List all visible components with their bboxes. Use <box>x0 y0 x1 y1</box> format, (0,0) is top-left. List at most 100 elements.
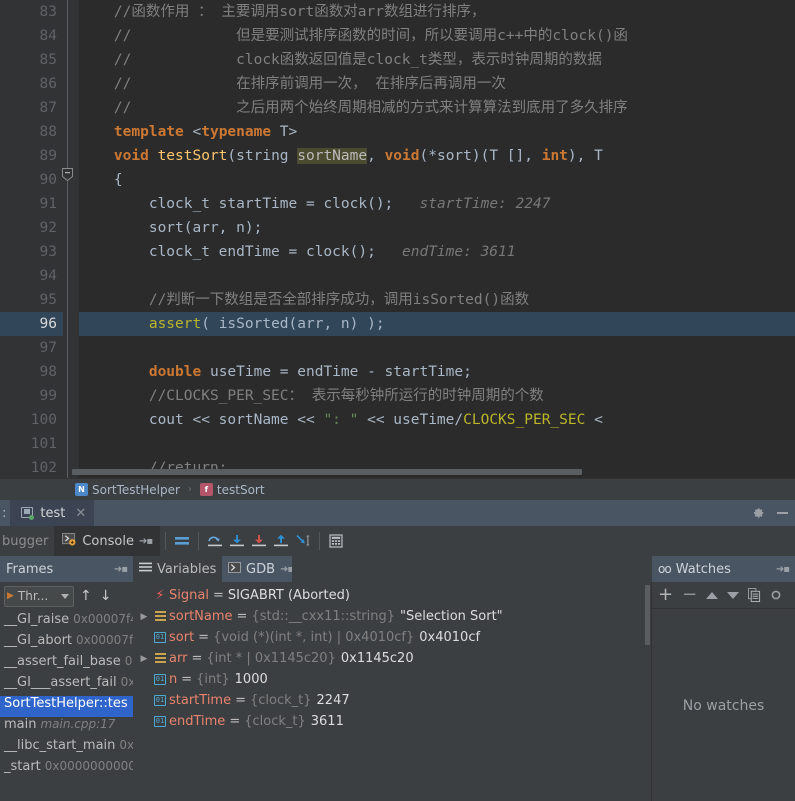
gutter-line-number[interactable]: 93 <box>0 240 63 264</box>
code-line[interactable]: cout << sortName << ": " << useTime/CLOC… <box>79 408 795 432</box>
breadcrumb-item-function[interactable]: f testSort <box>199 483 265 497</box>
gutter-line-number[interactable]: 99 <box>0 384 63 408</box>
run-to-cursor-button[interactable] <box>292 530 314 552</box>
code-editor[interactable]: 83 84 85 86 87 88 89 90 91 92 93 94 95 96 97 98 99 100 101… <box>0 0 795 478</box>
expand-arrow-icon[interactable]: ▶ <box>137 612 151 622</box>
editor-gutter[interactable]: 83 84 85 86 87 88 89 90 91 92 93 94 95 96 97 98 99 100 101… <box>0 0 63 478</box>
editor-fold-gutter[interactable] <box>62 0 79 478</box>
gutter-line-number[interactable]: 102 <box>0 456 63 478</box>
variable-row[interactable]: 01 sort = {void (*)(int *, int) | 0x4010cf}… <box>133 627 652 648</box>
code-line[interactable]: clock_t startTime = clock(); startTime: … <box>79 192 795 216</box>
step-over-button[interactable] <box>204 530 226 552</box>
debugger-tab-label[interactable]: bugger <box>0 534 54 549</box>
frame-row[interactable]: __GI___assert_fail 0x <box>0 675 133 696</box>
pin-icon[interactable]: ➜▪ <box>139 536 153 547</box>
code-text-area[interactable]: //函数作用 ： 主要调用sort函数对arr数组进行排序， // 但是要测试排… <box>79 0 795 478</box>
code-line[interactable]: //判断一下数组是否全部排序成功，调用isSorted()函数 <box>79 288 795 312</box>
gutter-line-number[interactable]: 90 <box>0 168 63 192</box>
frame-row[interactable]: SortTestHelper::tes <box>0 696 133 717</box>
variable-row[interactable]: ▶ sortName = {std::__cxx11::string} "Selecti… <box>133 606 652 627</box>
copy-watch-button[interactable] <box>748 588 761 602</box>
gutter-line-number[interactable]: 100 <box>0 408 63 432</box>
line-number-text: 88 <box>39 124 57 140</box>
gutter-line-number[interactable]: 85 <box>0 48 63 72</box>
watches-panel[interactable]: + − No watches <box>652 582 795 801</box>
gutter-line-number[interactable]: 92 <box>0 216 63 240</box>
code-fold-marker-icon[interactable] <box>62 168 73 181</box>
gutter-line-number[interactable]: 101 <box>0 432 63 456</box>
watches-pin-icon[interactable]: ➜▪ <box>776 564 790 575</box>
frames-panel[interactable]: ▶ Thr... ↑ ↓ __GI_raise 0x00007f4 __GI_abo… <box>0 582 133 801</box>
frame-up-button[interactable]: ↑ <box>78 588 94 604</box>
variables-panel[interactable]: ⚡ Signal = SIGABRT (Aborted) ▶ sortName = {std:… <box>133 582 652 801</box>
console-tab[interactable]: Console ➜▪ <box>54 526 161 556</box>
frame-down-button[interactable]: ↓ <box>98 588 114 604</box>
move-watch-down-button[interactable] <box>727 591 740 599</box>
minimize-icon[interactable] <box>777 512 788 514</box>
code-line[interactable]: //CLOCKS_PER_SEC： 表示每秒钟所运行的时钟周期的个数 <box>79 384 795 408</box>
variable-row[interactable]: 01 endTime = {clock_t} 3611 <box>133 711 652 732</box>
evaluate-expression-button[interactable] <box>325 530 347 552</box>
code-line[interactable]: // 之后用两个始终周期相减的方式来计算算法到底用了多久排序 <box>79 96 795 120</box>
watches-settings-icon[interactable] <box>770 589 782 601</box>
frame-row[interactable]: __assert_fail_base0x <box>0 654 133 675</box>
editor-horizontal-scrollbar[interactable] <box>72 469 582 475</box>
variable-row[interactable]: ⚡ Signal = SIGABRT (Aborted) <box>133 585 652 606</box>
remove-watch-button[interactable]: − <box>682 586 697 604</box>
code-line[interactable]: void testSort(string sortName, void(*sor… <box>79 144 795 168</box>
code-line[interactable]: clock_t endTime = clock(); endTime: 3611 <box>79 240 795 264</box>
gutter-line-number[interactable]: 86 <box>0 72 63 96</box>
frame-row[interactable]: __GI_raise 0x00007f4 <box>0 612 133 633</box>
frame-row[interactable]: main main.cpp:17 <box>0 717 133 738</box>
frames-pin-icon[interactable]: ➜▪ <box>114 564 128 575</box>
code-line[interactable] <box>79 264 795 288</box>
gutter-line-number[interactable]: 96 <box>0 312 63 336</box>
frame-row[interactable]: _start0x00000000004 <box>0 759 133 780</box>
breadcrumb-item-namespace[interactable]: N SortTestHelper <box>75 483 180 497</box>
gutter-line-number[interactable]: 88 <box>0 120 63 144</box>
gutter-line-number[interactable]: 91 <box>0 192 63 216</box>
move-watch-up-button[interactable] <box>706 591 719 599</box>
gutter-line-number[interactable]: 89 <box>0 144 63 168</box>
code-line[interactable]: // 在排序前调用一次， 在排序后再调用一次 <box>79 72 795 96</box>
code-line[interactable]: //函数作用 ： 主要调用sort函数对arr数组进行排序， <box>79 0 795 24</box>
panel-header-watches[interactable]: oo Watches ➜▪ <box>652 556 795 582</box>
code-line-current[interactable]: assert( isSorted(arr, n) ); <box>79 312 795 336</box>
show-execution-point-button[interactable] <box>171 530 193 552</box>
gutter-line-number[interactable]: 94 <box>0 264 63 288</box>
variable-row[interactable]: 01 n = {int} 1000 <box>133 669 652 690</box>
code-line[interactable] <box>79 432 795 456</box>
frame-row[interactable]: __GI_abort0x00007f4 <box>0 633 133 654</box>
close-icon[interactable]: ✕ <box>75 506 86 521</box>
force-step-into-button[interactable] <box>248 530 270 552</box>
gutter-line-number[interactable]: 87 <box>0 96 63 120</box>
gutter-line-number[interactable]: 83 <box>0 0 63 24</box>
panel-header-frames[interactable]: Frames ➜▪ <box>0 556 133 582</box>
gutter-line-number[interactable]: 84 <box>0 24 63 48</box>
code-line[interactable]: double useTime = endTime - startTime; <box>79 360 795 384</box>
expand-arrow-icon[interactable]: ▶ <box>137 654 151 664</box>
panel-header-gdb[interactable]: GDB ➜▪ <box>222 556 294 582</box>
gutter-line-number[interactable]: 97 <box>0 336 63 360</box>
variable-row[interactable]: ▶ arr = {int * | 0x1145c20} 0x1145c20 <box>133 648 652 669</box>
step-into-button[interactable] <box>226 530 248 552</box>
gutter-line-number[interactable]: 98 <box>0 360 63 384</box>
code-line[interactable]: { <box>79 168 795 192</box>
code-line[interactable]: template <typename T> <box>79 120 795 144</box>
frame-row[interactable]: __libc_start_main 0x <box>0 738 133 759</box>
variable-row[interactable]: 01 startTime = {clock_t} 2247 <box>133 690 652 711</box>
run-tab-test[interactable]: test ✕ <box>10 500 95 526</box>
gear-icon[interactable] <box>751 506 765 520</box>
code-line[interactable]: // 但是要测试排序函数的时间，所以要调用c++中的clock()函 <box>79 24 795 48</box>
code-line[interactable]: sort(arr, n); <box>79 216 795 240</box>
code-line[interactable] <box>79 336 795 360</box>
step-out-button[interactable] <box>270 530 292 552</box>
code-line[interactable]: // clock函数返回值是clock_t类型，表示时钟周期的数据 <box>79 48 795 72</box>
thread-selector-dropdown[interactable]: ▶ Thr... <box>4 585 74 607</box>
run-tabbar-prefix: : <box>2 505 7 521</box>
add-watch-button[interactable]: + <box>658 586 673 604</box>
thread-selector-label: Thr... <box>17 589 49 603</box>
variables-vertical-scrollbar[interactable] <box>645 585 650 645</box>
panel-header-variables[interactable]: Variables ➜▪ <box>133 556 236 582</box>
gutter-line-number[interactable]: 95 <box>0 288 63 312</box>
